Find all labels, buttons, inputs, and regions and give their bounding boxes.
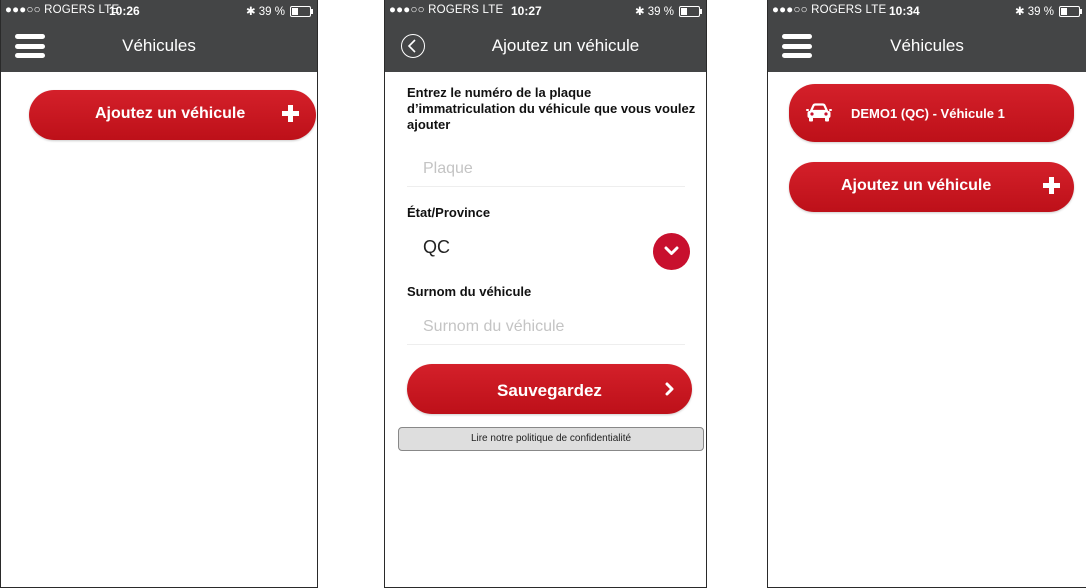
battery-icon: [679, 5, 702, 17]
state-label: État/Province: [407, 205, 491, 220]
back-chevron-icon[interactable]: [401, 34, 425, 58]
battery-icon: [290, 5, 313, 17]
nav-bar: Ajoutez un véhicule: [385, 22, 706, 72]
status-right: ✱ 39 %: [634, 4, 702, 18]
bluetooth-battery-text: ✱ 39 %: [245, 6, 285, 18]
page-title: Véhicules: [890, 36, 964, 55]
add-vehicle-button[interactable]: Ajoutez un véhicule: [29, 90, 316, 140]
state-select-value[interactable]: QC: [423, 237, 450, 258]
screen-vehicles-list: ●●●○○ ROGERS LTE 10:34 ✱ 39 % Véhicules …: [767, 0, 1086, 588]
plus-icon: [1043, 177, 1060, 194]
carrier-signal: ●●●○○ ROGERS LTE: [389, 4, 504, 16]
nickname-input[interactable]: [407, 318, 685, 345]
plus-icon: [282, 105, 299, 122]
status-right: ✱ 39 %: [245, 4, 313, 18]
status-bar: ●●●○○ ROGERS LTE 10:34 ✱ 39 %: [768, 0, 1086, 22]
car-icon: [806, 103, 832, 122]
carrier-signal: ●●●○○ ROGERS LTE: [5, 4, 120, 16]
add-vehicle-button[interactable]: Ajoutez un véhicule: [789, 162, 1074, 212]
save-button[interactable]: Sauvegardez: [407, 364, 692, 414]
add-vehicle-label: Ajoutez un véhicule: [95, 105, 246, 122]
vehicle-label: DEMO1 (QC) - Véhicule 1: [851, 106, 1005, 121]
nav-bar: Véhicules: [1, 22, 317, 72]
status-time: 10:26: [109, 4, 140, 18]
status-time: 10:34: [889, 4, 920, 18]
status-bar: ●●●○○ ROGERS LTE 10:26 ✱ 39 %: [1, 0, 317, 22]
screen-add-vehicle: ●●●○○ ROGERS LTE 10:27 ✱ 39 % Ajoutez un…: [384, 0, 707, 588]
page-title: Ajoutez un véhicule: [491, 36, 640, 55]
privacy-policy-button[interactable]: Lire notre politique de confidentialité: [398, 427, 704, 451]
status-right: ✱ 39 %: [1014, 4, 1082, 18]
plate-input[interactable]: [407, 160, 685, 187]
battery-icon: [1059, 5, 1082, 17]
add-vehicle-label: Ajoutez un véhicule: [841, 177, 992, 194]
status-bar: ●●●○○ ROGERS LTE 10:27 ✱ 39 %: [385, 0, 706, 22]
save-label: Sauvegardez: [497, 381, 602, 400]
form-heading: Entrez le numéro de la plaque d’immatric…: [407, 85, 696, 132]
nav-bar: Véhicules: [768, 22, 1086, 72]
carrier-signal: ●●●○○ ROGERS LTE: [772, 4, 887, 16]
nickname-label: Surnom du véhicule: [407, 284, 532, 299]
page-title: Véhicules: [122, 36, 196, 55]
status-time: 10:27: [511, 4, 542, 18]
bluetooth-battery-text: ✱ 39 %: [634, 6, 674, 18]
chevron-right-icon: [665, 382, 674, 396]
state-dropdown-button[interactable]: [653, 233, 690, 270]
screen-vehicles-empty: ●●●○○ ROGERS LTE 10:26 ✱ 39 % Véhicules …: [0, 0, 318, 588]
chevron-down-icon: [664, 246, 679, 255]
vehicle-item-demo1[interactable]: DEMO1 (QC) - Véhicule 1: [789, 84, 1074, 142]
bluetooth-battery-text: ✱ 39 %: [1014, 6, 1054, 18]
